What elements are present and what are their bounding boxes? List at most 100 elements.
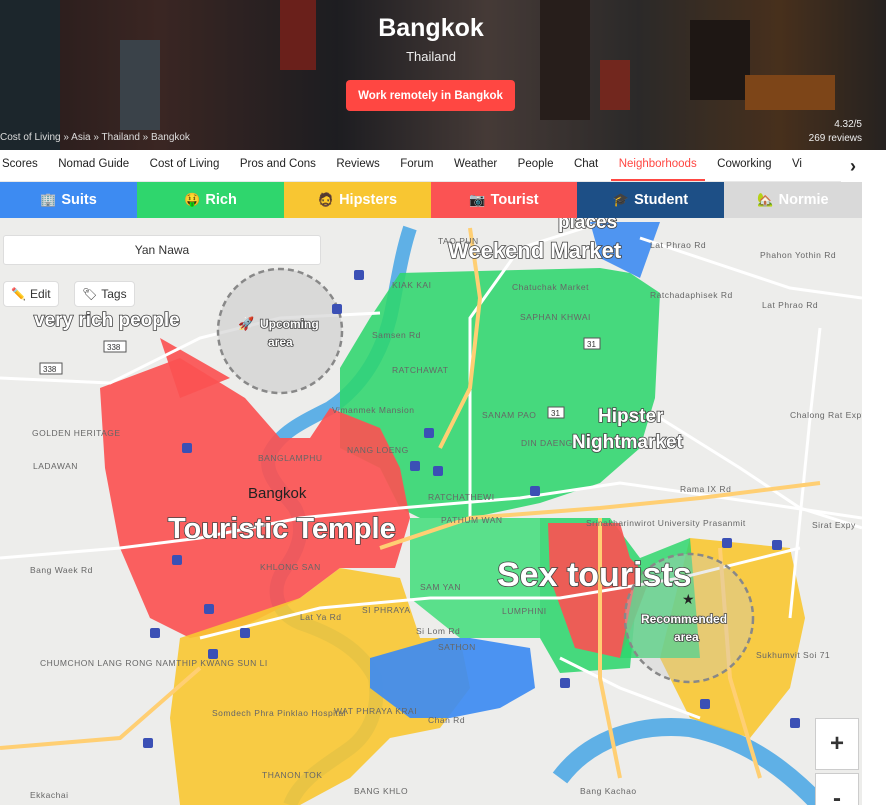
camera-icon: 📷 xyxy=(469,192,486,207)
rating-value: 4.32/5 xyxy=(834,119,862,130)
label-hipster: Hipster xyxy=(598,406,664,427)
work-remotely-button[interactable]: Work remotely in Bangkok xyxy=(346,80,515,111)
district-label: Chan Rd xyxy=(428,715,465,725)
district-label: TAO PUN xyxy=(438,236,479,246)
district-label: Lat Phrao Rd xyxy=(762,300,818,310)
filter-student[interactable]: 🎓 Student xyxy=(577,182,724,218)
tag-icon: 🏷 xyxy=(82,287,98,301)
tab-reviews[interactable]: Reviews xyxy=(328,150,387,181)
filter-rich[interactable]: 🤑 Rich xyxy=(137,182,284,218)
label-sex-tourists: Sex tourists xyxy=(497,556,692,594)
recommended-circle-sub: area xyxy=(674,630,699,644)
tab-chat[interactable]: Chat xyxy=(566,150,606,181)
district-label: THANON TOK xyxy=(262,770,322,780)
rating-summary: 4.32/5 269 reviews xyxy=(809,118,862,146)
district-label: Sukhumvit Soi 71 xyxy=(756,650,830,660)
district-label: SI PHRAYA xyxy=(362,605,411,615)
district-label: RATCHATHEWI xyxy=(428,492,495,502)
label-nightmarket: Nightmarket xyxy=(572,432,684,453)
district-label: KIAK KAI xyxy=(392,280,431,290)
office-building-icon: 🏢 xyxy=(40,192,57,207)
country-subtitle: Thailand xyxy=(406,49,456,64)
district-label: Srinakharinwirot University Prasanmit xyxy=(586,518,746,528)
district-label: Chalong Rat Expy xyxy=(790,410,862,420)
district-label: KHLONG SAN xyxy=(260,562,321,572)
section-tabs: Scores Nomad Guide Cost of Living Pros a… xyxy=(0,150,862,182)
district-label: Bang Waek Rd xyxy=(30,565,93,575)
district-label: WAT PHRAYA KRAI xyxy=(334,706,417,716)
district-label: Ekkachai xyxy=(30,790,69,800)
tab-vi[interactable]: Vi xyxy=(784,150,810,181)
label-touristic-temple: Touristic Temple xyxy=(168,513,396,545)
tab-forum[interactable]: Forum xyxy=(392,150,441,181)
filter-label: Rich xyxy=(205,192,237,208)
district-label: PATHUM WAN xyxy=(441,515,503,525)
district-label: Rama IX Rd xyxy=(680,484,731,494)
district-label: SAPHAN KHWAI xyxy=(520,312,591,322)
tab-people[interactable]: People xyxy=(510,150,562,181)
label-places: places xyxy=(558,218,617,233)
district-label: Somdech Phra Pinklao Hospital xyxy=(212,708,346,718)
route-number: 338 xyxy=(107,343,121,352)
district-label: SAM YAN xyxy=(420,582,461,592)
tags-button[interactable]: 🏷 Tags xyxy=(74,281,135,307)
filter-label: Hipsters xyxy=(339,192,398,208)
edit-label: Edit xyxy=(29,287,51,301)
filter-hipsters[interactable]: 🧔 Hipsters xyxy=(284,182,431,218)
route-number: 31 xyxy=(551,409,560,418)
filter-label: Suits xyxy=(61,192,97,208)
district-label: Lat Ya Rd xyxy=(300,612,342,622)
district-label: GOLDEN HERITAGE xyxy=(32,428,121,438)
zoom-in-button[interactable]: + xyxy=(815,718,859,770)
filter-label: Student xyxy=(634,192,689,208)
district-label: LADAWAN xyxy=(33,461,78,471)
tab-neighborhoods[interactable]: Neighborhoods xyxy=(610,150,705,181)
breadcrumb[interactable]: Cost of Living » Asia » Thailand » Bangk… xyxy=(0,132,190,143)
district-label: BANG KHLO xyxy=(354,786,408,796)
tab-cost-of-living[interactable]: Cost of Living xyxy=(142,150,228,181)
tab-weather[interactable]: Weather xyxy=(446,150,505,181)
district-label: NANG LOENG xyxy=(347,445,409,455)
filter-suits[interactable]: 🏢 Suits xyxy=(0,182,137,218)
district-label: SANAM PAO xyxy=(482,410,536,420)
district-label: Samsen Rd xyxy=(372,330,421,340)
review-count[interactable]: 269 reviews xyxy=(809,132,862,146)
district-label: Si Lom Rd xyxy=(416,626,460,636)
edit-button[interactable]: ✏️ Edit xyxy=(3,281,59,307)
district-label: SATHON xyxy=(438,642,476,652)
money-face-icon: 🤑 xyxy=(184,192,201,207)
tab-nomad-guide[interactable]: Nomad Guide xyxy=(50,150,137,181)
tab-scores[interactable]: Scores xyxy=(0,150,46,181)
city-label: Bangkok xyxy=(248,485,307,502)
neighborhood-map[interactable]: Upcoming area 🚀 ★ Recommended area place… xyxy=(0,218,862,805)
filter-tourist[interactable]: 📷 Tourist xyxy=(431,182,577,218)
tab-pros-and-cons[interactable]: Pros and Cons xyxy=(232,150,324,181)
district-label: Lat Phrao Rd xyxy=(650,240,706,250)
district-label: CHUMCHON LANG RONG NAMTHIP KWANG SUN LI xyxy=(40,658,268,668)
district-label: RATCHAWAT xyxy=(392,365,448,375)
neighborhood-search-box[interactable]: Yan Nawa xyxy=(3,235,321,265)
house-icon: 🏡 xyxy=(757,192,774,207)
district-label: LUMPHINI xyxy=(502,606,547,616)
recommended-circle-title: Recommended xyxy=(641,612,727,626)
bearded-person-icon: 🧔 xyxy=(317,192,335,207)
district-label: Sirat Expy xyxy=(812,520,856,530)
filter-normie[interactable]: 🏡 Normie xyxy=(724,182,862,218)
zoom-out-button[interactable]: - xyxy=(815,773,859,805)
right-gutter xyxy=(862,150,886,805)
pencil-icon: ✏️ xyxy=(11,287,26,301)
district-label: Chatuchak Market xyxy=(512,282,589,292)
filter-label: Normie xyxy=(778,192,829,208)
district-label: Bang Kachao xyxy=(580,786,637,796)
route-number: 31 xyxy=(587,340,596,349)
upcoming-area-circle[interactable] xyxy=(216,267,344,395)
district-label: Vimanmek Mansion xyxy=(332,405,415,415)
tab-coworking[interactable]: Coworking xyxy=(709,150,779,181)
district-label: BANGLAMPHU xyxy=(258,453,323,463)
city-title: Bangkok xyxy=(378,14,484,42)
district-label: Phahon Yothin Rd xyxy=(760,250,836,260)
tags-label: Tags xyxy=(101,287,127,301)
graduation-cap-icon: 🎓 xyxy=(612,192,630,207)
upcoming-circle-title: Upcoming xyxy=(260,317,319,331)
district-label: DIN DAENG xyxy=(521,438,573,448)
